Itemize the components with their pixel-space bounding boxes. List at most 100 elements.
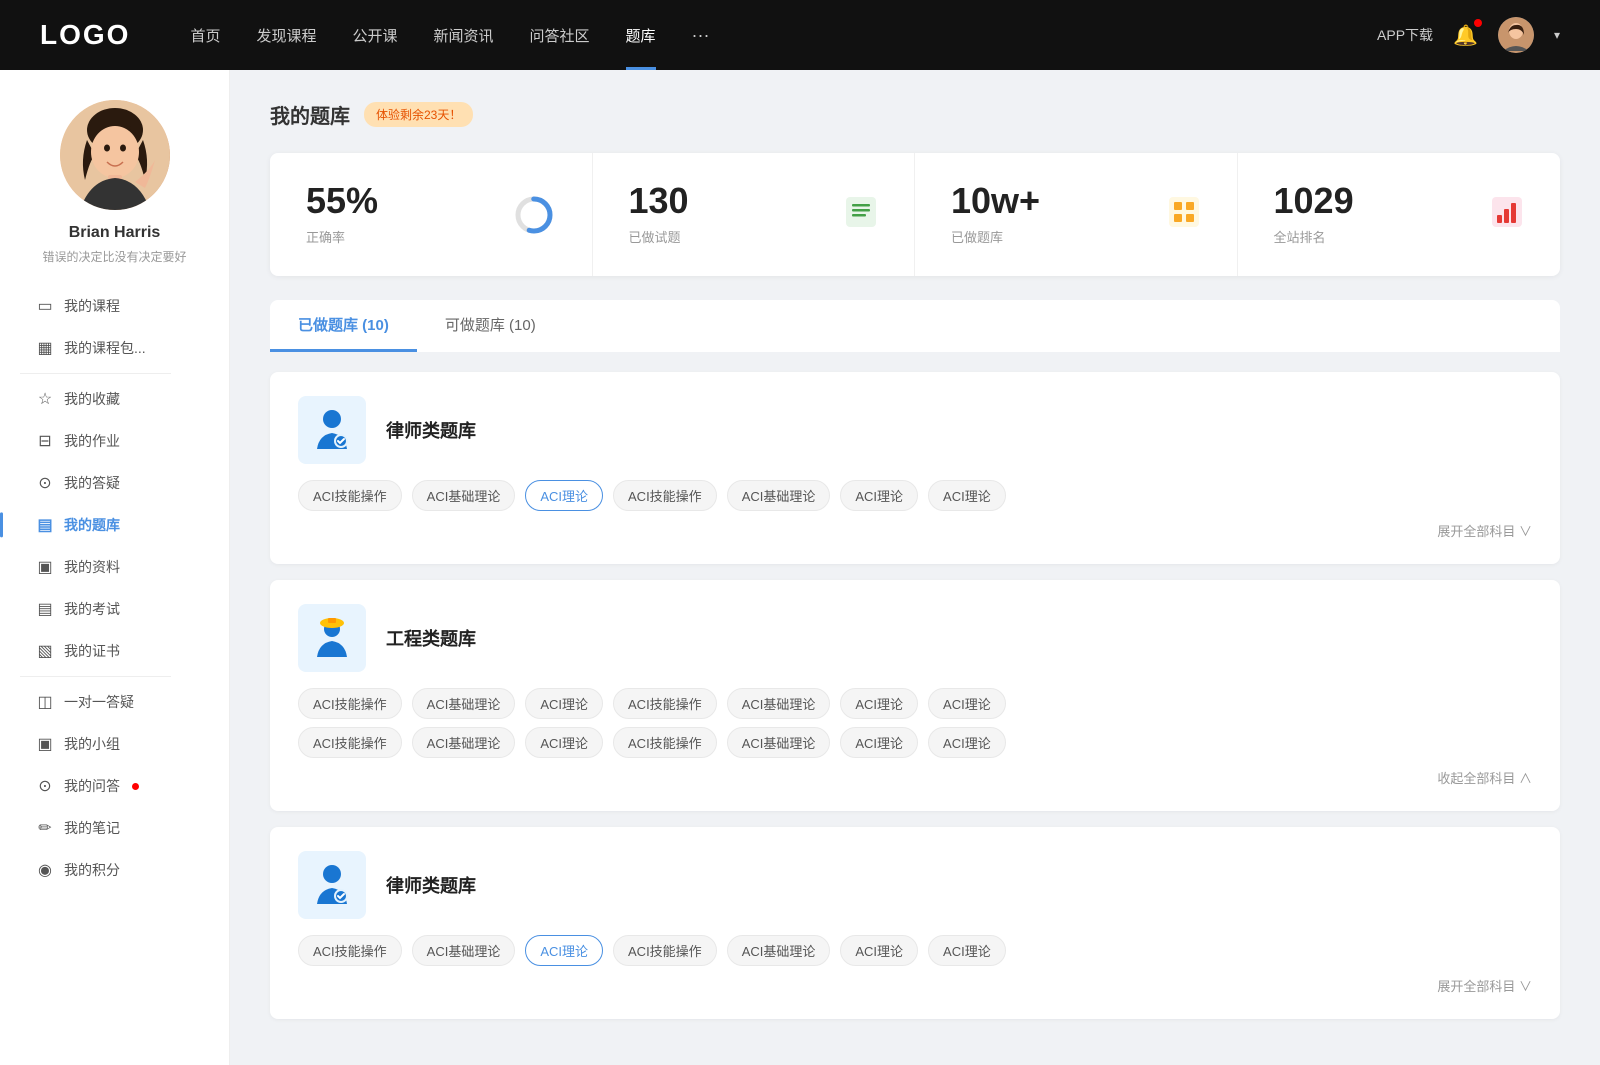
tag-3-7[interactable]: ACI理论 bbox=[928, 935, 1006, 966]
list-icon bbox=[844, 195, 878, 234]
myqa-icon: ⊙ bbox=[36, 776, 54, 796]
donut-chart-icon bbox=[512, 193, 556, 237]
page-title: 我的题库 bbox=[270, 100, 350, 129]
points-icon: ◉ bbox=[36, 860, 54, 880]
app-download-link[interactable]: APP下载 bbox=[1377, 25, 1433, 45]
stat-done-questions: 130 已做试题 bbox=[593, 153, 916, 276]
nav-qa[interactable]: 问答社区 bbox=[530, 25, 590, 46]
sidebar-item-notes[interactable]: ✏ 我的笔记 bbox=[20, 807, 209, 849]
tag-1-2[interactable]: ACI基础理论 bbox=[412, 480, 516, 511]
tag-3-6[interactable]: ACI理论 bbox=[840, 935, 918, 966]
nav-discover[interactable]: 发现课程 bbox=[256, 25, 316, 46]
tag-2-ex-6[interactable]: ACI理论 bbox=[840, 727, 918, 758]
qbank-section-lawyer-2: 律师类题库 ACI技能操作 ACI基础理论 ACI理论 ACI技能操作 ACI基… bbox=[270, 827, 1560, 1019]
notification-bell[interactable]: 🔔 bbox=[1453, 23, 1478, 48]
tag-1-1[interactable]: ACI技能操作 bbox=[298, 480, 402, 511]
tag-3-1[interactable]: ACI技能操作 bbox=[298, 935, 402, 966]
qbank-title-3: 律师类题库 bbox=[386, 872, 476, 898]
sidebar-item-my-qbank[interactable]: ▤ 我的题库 bbox=[20, 504, 209, 546]
sidebar-item-homework[interactable]: ⊟ 我的作业 bbox=[20, 420, 209, 462]
user-avatar-header[interactable] bbox=[1498, 17, 1534, 53]
stat-accuracy: 55% 正确率 bbox=[270, 153, 593, 276]
stat-rank-value: 1029 bbox=[1274, 183, 1475, 219]
stat-rank-label: 全站排名 bbox=[1274, 227, 1475, 246]
tag-2-ex-7[interactable]: ACI理论 bbox=[928, 727, 1006, 758]
stat-accuracy-value: 55% bbox=[306, 183, 496, 219]
tags-row-2-extra: ACI技能操作 ACI基础理论 ACI理论 ACI技能操作 ACI基础理论 AC… bbox=[298, 727, 1532, 758]
nav-links: 首页 发现课程 公开课 新闻资讯 问答社区 题库 ··· bbox=[190, 25, 1377, 46]
stat-done-questions-label: 已做试题 bbox=[629, 227, 829, 246]
sidebar-item-certificate[interactable]: ▧ 我的证书 bbox=[20, 630, 209, 672]
expand-link-3[interactable]: 展开全部科目 ∨ bbox=[298, 976, 1532, 995]
tab-done-banks[interactable]: 已做题库 (10) bbox=[270, 300, 417, 352]
tabs-row: 已做题库 (10) 可做题库 (10) bbox=[270, 300, 1560, 352]
stats-row: 55% 正确率 130 已做试题 bbox=[270, 153, 1560, 276]
tag-2-5[interactable]: ACI基础理论 bbox=[727, 688, 831, 719]
group-icon: ▣ bbox=[36, 734, 54, 754]
user-name: Brian Harris bbox=[69, 224, 161, 242]
sidebar-item-group[interactable]: ▣ 我的小组 bbox=[20, 723, 209, 765]
notes-icon: ✏ bbox=[36, 818, 54, 838]
tag-1-7[interactable]: ACI理论 bbox=[928, 480, 1006, 511]
tag-2-6[interactable]: ACI理论 bbox=[840, 688, 918, 719]
qa-unread-badge bbox=[132, 783, 139, 790]
sidebar-item-my-data[interactable]: ▣ 我的资料 bbox=[20, 546, 209, 588]
tag-1-6[interactable]: ACI理论 bbox=[840, 480, 918, 511]
notification-badge bbox=[1474, 19, 1482, 27]
tag-2-ex-1[interactable]: ACI技能操作 bbox=[298, 727, 402, 758]
tag-1-5[interactable]: ACI基础理论 bbox=[727, 480, 831, 511]
homework-icon: ⊟ bbox=[36, 431, 54, 451]
tag-2-ex-3[interactable]: ACI理论 bbox=[525, 727, 603, 758]
tag-1-3[interactable]: ACI理论 bbox=[525, 480, 603, 511]
tag-1-4[interactable]: ACI技能操作 bbox=[613, 480, 717, 511]
nav-qbank[interactable]: 题库 bbox=[626, 25, 656, 46]
main-layout: Brian Harris 错误的决定比没有决定要好 ▭ 我的课程 ▦ 我的课程包… bbox=[0, 70, 1600, 1065]
nav-home[interactable]: 首页 bbox=[190, 25, 220, 46]
sidebar-item-favorites[interactable]: ☆ 我的收藏 bbox=[20, 378, 209, 420]
sidebar-item-my-course-pack[interactable]: ▦ 我的课程包... bbox=[20, 327, 209, 369]
tags-row-3: ACI技能操作 ACI基础理论 ACI理论 ACI技能操作 ACI基础理论 AC… bbox=[298, 935, 1532, 966]
collapse-link-2[interactable]: 收起全部科目 ∧ bbox=[298, 768, 1532, 787]
main-content: 我的题库 体验剩余23天！ 55% 正确率 bbox=[230, 70, 1600, 1065]
tag-2-ex-4[interactable]: ACI技能操作 bbox=[613, 727, 717, 758]
trial-badge: 体验剩余23天！ bbox=[364, 102, 473, 127]
sidebar-menu: ▭ 我的课程 ▦ 我的课程包... ☆ 我的收藏 ⊟ 我的作业 ⊙ 我的答疑 ▤ bbox=[0, 285, 229, 891]
lawyer-icon-wrap bbox=[298, 396, 366, 464]
tag-3-2[interactable]: ACI基础理论 bbox=[412, 935, 516, 966]
sidebar-item-my-qa[interactable]: ⊙ 我的问答 bbox=[20, 765, 209, 807]
stat-done-banks-text: 10w+ 已做题库 bbox=[951, 183, 1151, 246]
sidebar-item-one-on-one[interactable]: ◫ 一对一答疑 bbox=[20, 681, 209, 723]
qbank-title-2: 工程类题库 bbox=[386, 625, 476, 651]
sidebar-item-qa[interactable]: ⊙ 我的答疑 bbox=[20, 462, 209, 504]
tag-2-7[interactable]: ACI理论 bbox=[928, 688, 1006, 719]
nav-more[interactable]: ··· bbox=[692, 25, 710, 46]
sidebar-item-my-exam[interactable]: ▤ 我的考试 bbox=[20, 588, 209, 630]
user-menu-chevron[interactable]: ▾ bbox=[1554, 28, 1560, 42]
sidebar-item-my-course[interactable]: ▭ 我的课程 bbox=[20, 285, 209, 327]
divider-2 bbox=[20, 676, 171, 677]
tag-2-ex-5[interactable]: ACI基础理论 bbox=[727, 727, 831, 758]
tag-2-4[interactable]: ACI技能操作 bbox=[613, 688, 717, 719]
tag-3-5[interactable]: ACI基础理论 bbox=[727, 935, 831, 966]
tag-2-3[interactable]: ACI理论 bbox=[525, 688, 603, 719]
course-pack-icon: ▦ bbox=[36, 338, 54, 358]
stat-done-banks: 10w+ 已做题库 bbox=[915, 153, 1238, 276]
sidebar: Brian Harris 错误的决定比没有决定要好 ▭ 我的课程 ▦ 我的课程包… bbox=[0, 70, 230, 1065]
nav-open-course[interactable]: 公开课 bbox=[352, 25, 397, 46]
tag-2-2[interactable]: ACI基础理论 bbox=[412, 688, 516, 719]
stat-rank: 1029 全站排名 bbox=[1238, 153, 1561, 276]
sidebar-item-points[interactable]: ◉ 我的积分 bbox=[20, 849, 209, 891]
engineer-icon-wrap bbox=[298, 604, 366, 672]
tag-3-4[interactable]: ACI技能操作 bbox=[613, 935, 717, 966]
qbank-title-1: 律师类题库 bbox=[386, 417, 476, 443]
grid-icon bbox=[1167, 195, 1201, 234]
nav-news[interactable]: 新闻资讯 bbox=[434, 25, 494, 46]
stat-done-questions-value: 130 bbox=[629, 183, 829, 219]
qbank-header-3: 律师类题库 bbox=[298, 851, 1532, 919]
tag-3-3[interactable]: ACI理论 bbox=[525, 935, 603, 966]
tag-2-ex-2[interactable]: ACI基础理论 bbox=[412, 727, 516, 758]
stat-done-banks-value: 10w+ bbox=[951, 183, 1151, 219]
expand-link-1[interactable]: 展开全部科目 ∨ bbox=[298, 521, 1532, 540]
tab-available-banks[interactable]: 可做题库 (10) bbox=[417, 300, 564, 352]
tag-2-1[interactable]: ACI技能操作 bbox=[298, 688, 402, 719]
